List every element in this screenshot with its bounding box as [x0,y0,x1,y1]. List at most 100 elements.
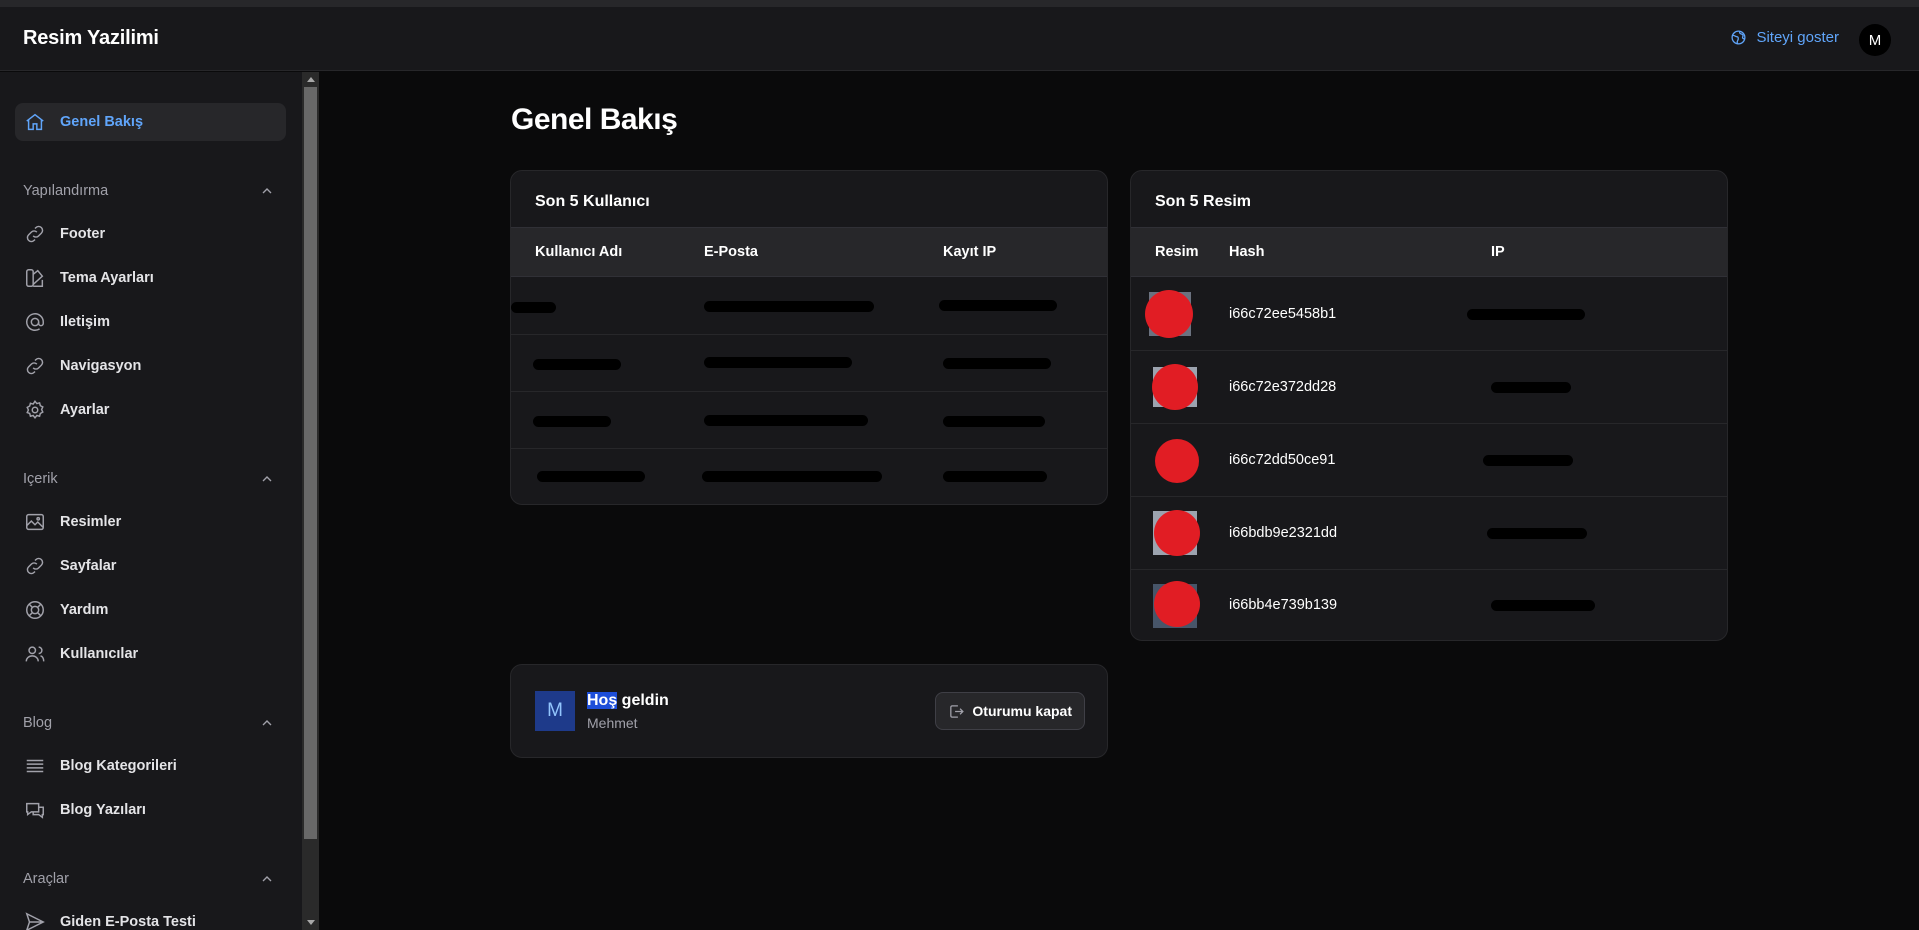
table-row[interactable] [511,278,1107,335]
redacted-ip [1483,455,1573,466]
sidebar-item-label: Sayfalar [60,558,117,574]
logout-button[interactable]: Oturumu kapat [935,692,1085,730]
welcome-avatar: M [535,691,575,731]
redacted-ip [1487,528,1587,539]
sidebar-item-label: Giden E-Posta Testi [60,914,196,930]
chevron-up-icon[interactable] [259,183,275,199]
image-hash: i66c72ee5458b1 [1229,306,1337,322]
sidebar-item-navigasyon[interactable]: Navigasyon [15,347,286,385]
logout-icon [950,704,965,718]
table-row[interactable] [511,335,1107,392]
redacted-ip [943,358,1051,369]
table-row[interactable] [511,449,1107,504]
redacted-ip [939,300,1057,311]
image-thumbnail[interactable] [1149,361,1201,413]
card-title: Son 5 Kullanıcı [535,193,650,210]
sidebar-item-label: Ayarlar [60,402,110,418]
sidebar-item-footer[interactable]: Footer [15,215,286,253]
top-bar: Resim Yazilimi Siteyi goster M [0,7,1919,71]
link-icon [26,357,44,375]
latest-images-card: Son 5 Resim Resim Hash IP i66c72ee5458b1… [1130,170,1728,641]
image-hash: i66bdb9e2321dd [1229,525,1338,541]
sidebar-item-ayarlar[interactable]: Ayarlar [15,391,286,429]
table-row[interactable]: i66c72ee5458b1 [1131,278,1727,351]
scroll-down-arrow[interactable] [302,916,319,930]
sidebar-item-label: Yardım [60,602,109,618]
sidebar-item-label: Genel Bakış [60,114,144,130]
table-row[interactable]: i66c72dd50ce91 [1131,424,1727,497]
view-site-link[interactable]: Siteyi goster [1730,29,1839,46]
brand-logo-text[interactable]: Resim Yazilimi [23,27,159,50]
sidebar-scrollbar[interactable] [302,72,319,930]
group-label-araclar: Araçlar [23,871,69,887]
scroll-up-arrow[interactable] [302,72,319,86]
redacted-email [704,357,852,368]
table-row[interactable]: i66bb4e739b139 [1131,570,1727,640]
chevron-up-icon[interactable] [259,715,275,731]
redacted-email [704,415,868,426]
redacted-ip [1467,309,1585,320]
chat-bubbles-icon [26,802,44,819]
welcome-title-rest: geldin [617,692,669,709]
column-header: IP [1491,244,1505,260]
redacted-username [537,471,645,482]
chevron-up-icon[interactable] [259,871,275,887]
sidebar-item-giden-e-posta-testi[interactable]: Giden E-Posta Testi [15,903,286,930]
column-header: Hash [1229,244,1265,260]
image-hash: i66bb4e739b139 [1229,597,1338,613]
link-icon [26,557,44,575]
redacted-email [702,471,882,482]
welcome-user-name: Mehmet [587,715,638,731]
scroll-thumb[interactable] [304,87,317,839]
table-row[interactable]: i66c72e372dd28 [1131,351,1727,424]
table-row[interactable]: i66bdb9e2321dd [1131,497,1727,570]
sidebar-item-sayfalar[interactable]: Sayfalar [15,547,286,585]
column-header: Resim [1155,244,1199,260]
logout-label: Oturumu kapat [972,703,1072,719]
column-header: Kullanıcı Adı [535,244,623,260]
chevron-up-icon[interactable] [259,471,275,487]
image-thumbnail[interactable] [1149,507,1201,559]
lifebuoy-icon [26,601,44,619]
sidebar-item-label: Blog Kategorileri [60,758,177,774]
sidebar-item-label: Footer [60,226,106,242]
sidebar-item-iletisim[interactable]: Iletişim [15,303,286,341]
image-thumbnail[interactable] [1149,434,1201,486]
sidebar-item-label: Tema Ayarları [60,270,154,286]
sidebar-item-kullanicilar[interactable]: Kullanıcılar [15,635,286,673]
sidebar-item-tema-ayarlari[interactable]: Tema Ayarları [15,259,286,297]
globe-icon [1731,30,1746,45]
swatch-icon [26,269,44,287]
sidebar-item-genel-bakis[interactable]: Genel Bakış [15,103,286,141]
table-row[interactable] [511,392,1107,449]
table-header: Kullanıcı Adı E-Posta Kayıt IP [511,227,1107,277]
gear-icon [26,400,44,419]
image-thumbnail[interactable] [1149,580,1201,632]
sidebar-item-label: Iletişim [60,314,110,330]
sidebar-item-blog-kategorileri[interactable]: Blog Kategorileri [15,747,286,785]
home-icon [26,113,44,131]
group-label-yapilandirma: Yapılandırma [23,183,109,199]
column-header: Kayıt IP [943,244,997,260]
sidebar: Genel Bakış Yapılandırma Footer Tema Aya… [0,72,302,930]
group-label-blog: Blog [23,715,53,731]
card-title: Son 5 Resim [1155,193,1252,210]
redacted-ip [1491,600,1595,611]
at-sign-icon [26,313,44,331]
sidebar-item-label: Resimler [60,514,122,530]
redacted-ip [943,471,1047,482]
sidebar-item-resimler[interactable]: Resimler [15,503,286,541]
users-icon [25,646,45,662]
sidebar-item-blog-yazilari[interactable]: Blog Yazıları [15,791,286,829]
image-hash: i66c72dd50ce91 [1229,452,1336,468]
stack-icon [26,759,44,773]
redacted-ip [943,416,1045,427]
link-icon [26,225,44,243]
image-hash: i66c72e372dd28 [1229,379,1337,395]
sidebar-item-label: Blog Yazıları [60,802,146,818]
user-avatar[interactable]: M [1859,24,1891,56]
redacted-ip [1491,382,1571,393]
image-thumbnail[interactable] [1143,288,1195,340]
browser-top-strip [0,0,1919,7]
sidebar-item-yardim[interactable]: Yardım [15,591,286,629]
